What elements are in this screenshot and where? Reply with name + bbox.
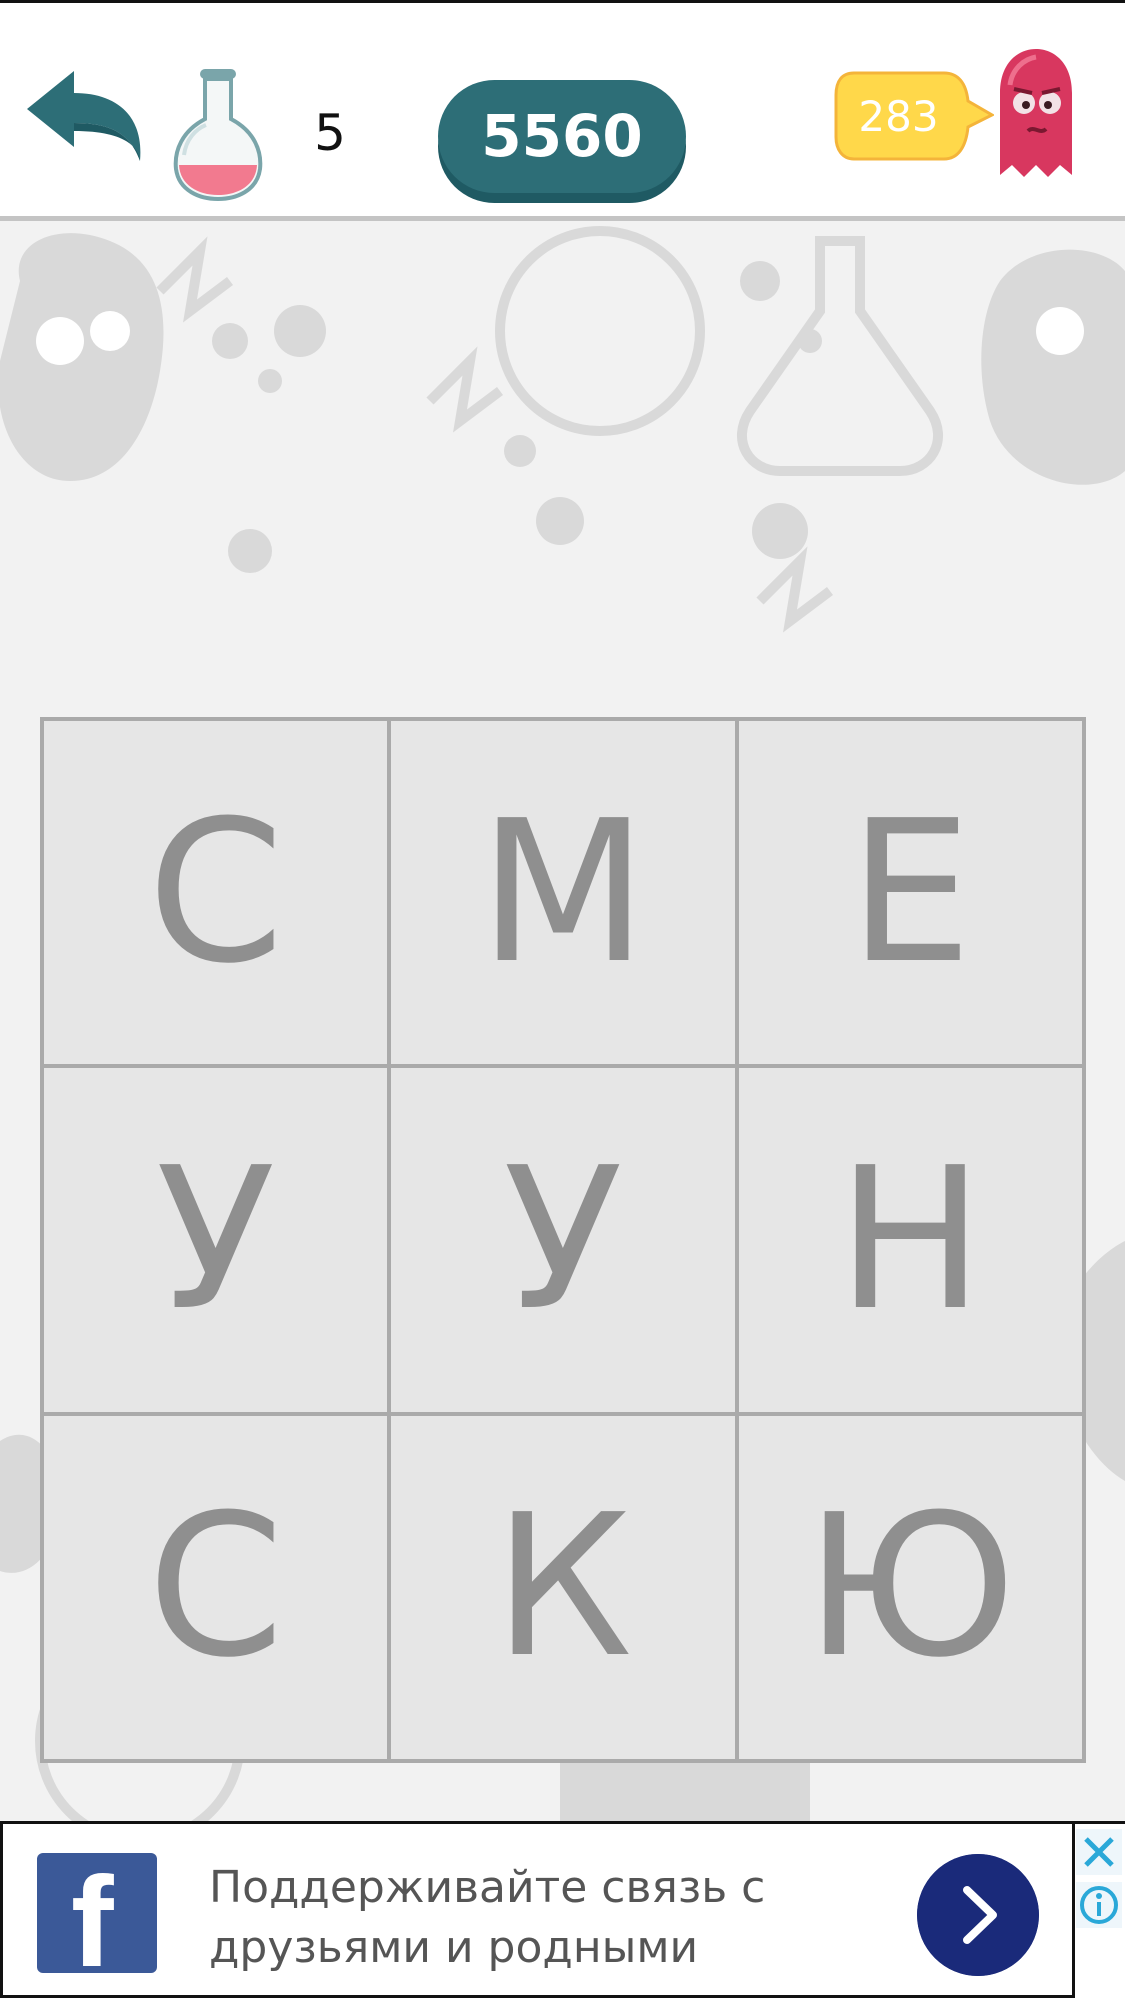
- ad-message: Поддерживайте связь с друзьями и родными: [209, 1858, 769, 1978]
- letter-tile-3[interactable]: Е: [738, 721, 1082, 1065]
- letter-tile-1[interactable]: С: [44, 721, 388, 1065]
- letter-tile-9[interactable]: Ю: [738, 1415, 1082, 1759]
- letter-tile-5[interactable]: У: [391, 1068, 735, 1412]
- hint-count: 5: [314, 104, 346, 162]
- monster-avatar-icon[interactable]: [990, 45, 1082, 185]
- score-badge: 5560: [438, 80, 686, 203]
- score-value: 5560: [481, 102, 643, 170]
- letter-tile-7[interactable]: С: [44, 1415, 388, 1759]
- chevron-right-icon[interactable]: [917, 1854, 1039, 1976]
- letter-tile-8[interactable]: К: [391, 1415, 735, 1759]
- ad-banner[interactable]: f Поддерживайте связь с друзьями и родны…: [0, 1821, 1125, 2001]
- game-board-area: С М Е У У Н С К Ю: [0, 221, 1125, 1821]
- facebook-logo-icon: f: [37, 1853, 157, 1973]
- ad-line-1: Поддерживайте связь с: [209, 1862, 766, 1913]
- letter-tile-6[interactable]: Н: [738, 1068, 1082, 1412]
- flask-icon[interactable]: [172, 67, 264, 202]
- opponent-points: 283: [858, 92, 939, 141]
- facebook-logo-letter: f: [71, 1853, 114, 1974]
- ad-line-2: друзьями и родными: [209, 1922, 699, 1973]
- letter-tile-2[interactable]: М: [391, 721, 735, 1065]
- close-icon[interactable]: [1076, 1829, 1122, 1875]
- info-icon[interactable]: [1076, 1882, 1122, 1928]
- ad-content[interactable]: f Поддерживайте связь с друзьями и родны…: [0, 1824, 1075, 1998]
- back-arrow-icon[interactable]: [22, 61, 147, 171]
- letter-tile-4[interactable]: У: [44, 1068, 388, 1412]
- letter-grid: С М Е У У Н С К Ю: [40, 717, 1086, 1763]
- game-header: 5 5560 283: [0, 3, 1125, 216]
